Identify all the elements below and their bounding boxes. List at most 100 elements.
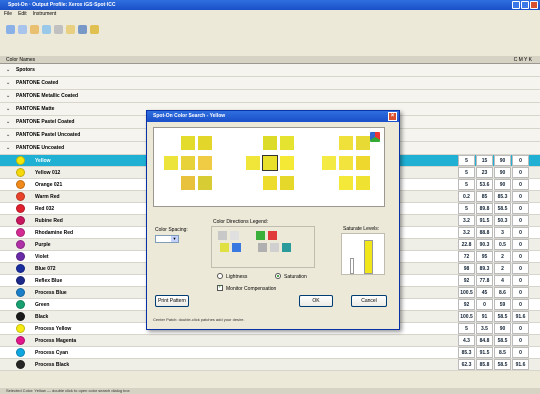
preview-patch[interactable]	[356, 156, 370, 170]
cmyk-value[interactable]: 0	[476, 299, 493, 310]
cmyk-value[interactable]: 85	[476, 191, 493, 202]
cmyk-value[interactable]: 0	[512, 203, 529, 214]
cmyk-value[interactable]: 58.5	[494, 311, 511, 322]
cmyk-value[interactable]: 22.8	[458, 239, 475, 250]
color-spacing-select[interactable]: ▼	[155, 235, 179, 243]
cmyk-value[interactable]: 98	[458, 263, 475, 274]
cmyk-value[interactable]: 0.2	[458, 191, 475, 202]
preview-patch[interactable]	[280, 156, 294, 170]
print-icon[interactable]	[54, 24, 63, 34]
preview-patch[interactable]	[263, 176, 277, 190]
cmyk-value[interactable]: 88.8	[476, 227, 493, 238]
cmyk-value[interactable]: 62.3	[458, 359, 475, 370]
cmyk-value[interactable]: 5	[458, 155, 475, 166]
refresh-icon[interactable]	[42, 24, 51, 34]
cmyk-value[interactable]: 0	[512, 323, 529, 334]
cmyk-value[interactable]: 0	[512, 215, 529, 226]
cmyk-value[interactable]: 72	[458, 251, 475, 262]
saturation-radio[interactable]	[275, 273, 281, 279]
cmyk-value[interactable]: 89.3	[476, 263, 493, 274]
cmyk-value[interactable]: 0	[512, 239, 529, 250]
cmyk-value[interactable]: 0	[512, 191, 529, 202]
cmyk-value[interactable]: 5	[458, 179, 475, 190]
group-row[interactable]: ⌄ Spotors	[0, 64, 540, 77]
cmyk-value[interactable]: 58.5	[494, 203, 511, 214]
cmyk-value[interactable]: 0	[512, 179, 529, 190]
maximize-button[interactable]	[521, 1, 529, 9]
preview-patch[interactable]	[181, 156, 195, 170]
cmyk-value[interactable]: 0.5	[494, 239, 511, 250]
cmyk-value[interactable]: 53.6	[476, 179, 493, 190]
preview-patch[interactable]	[280, 136, 294, 150]
preview-patch[interactable]	[198, 156, 212, 170]
cmyk-value[interactable]: 4.3	[458, 335, 475, 346]
cmyk-value[interactable]: 3.2	[458, 215, 475, 226]
cmyk-value[interactable]: 90.3	[476, 239, 493, 250]
ok-button[interactable]: OK	[299, 295, 333, 307]
cmyk-value[interactable]: 90	[494, 323, 511, 334]
cmyk-value[interactable]: 100.5	[458, 287, 475, 298]
cmyk-value[interactable]: 85.3	[458, 347, 475, 358]
cmyk-value[interactable]: 100.5	[458, 311, 475, 322]
cmyk-value[interactable]: 92	[458, 275, 475, 286]
cmyk-value[interactable]: 58.5	[494, 335, 511, 346]
cmyk-value[interactable]: 91.5	[476, 347, 493, 358]
cmyk-value[interactable]: 91.5	[476, 215, 493, 226]
cmyk-value[interactable]: 3.2	[458, 227, 475, 238]
menu-instrument[interactable]: Instrument	[33, 10, 57, 19]
menu-file[interactable]: File	[4, 10, 12, 19]
cmyk-value[interactable]: 89.8	[476, 203, 493, 214]
preview-patch[interactable]	[322, 156, 336, 170]
cmyk-value[interactable]: 58.5	[494, 359, 511, 370]
forward-icon[interactable]	[18, 24, 27, 34]
preview-patch[interactable]	[280, 176, 294, 190]
cmyk-value[interactable]: 91.6	[512, 311, 529, 322]
cmyk-value[interactable]: 2	[494, 251, 511, 262]
cmyk-value[interactable]: 84.8	[476, 335, 493, 346]
preview-patch[interactable]	[339, 156, 353, 170]
cmyk-value[interactable]: 23	[476, 167, 493, 178]
cmyk-value[interactable]: 0	[512, 227, 529, 238]
gear-icon[interactable]	[78, 24, 87, 34]
cmyk-value[interactable]: 95	[476, 251, 493, 262]
cmyk-value[interactable]: 91.6	[512, 359, 529, 370]
print-pattern-button[interactable]: Print Pattern	[155, 295, 189, 307]
cmyk-value[interactable]: 50.3	[494, 215, 511, 226]
lightness-radio[interactable]	[217, 273, 223, 279]
minimize-button[interactable]	[512, 1, 520, 9]
cmyk-value[interactable]: 77.8	[476, 275, 493, 286]
preview-patch[interactable]	[198, 136, 212, 150]
close-button[interactable]	[530, 1, 538, 9]
folder-icon[interactable]	[66, 24, 75, 34]
cmyk-value[interactable]: 59	[494, 299, 511, 310]
cmyk-value[interactable]: 0	[512, 275, 529, 286]
preview-patch[interactable]	[181, 176, 195, 190]
cmyk-value[interactable]: 3.5	[476, 323, 493, 334]
cmyk-value[interactable]: 90	[494, 155, 511, 166]
preview-patch[interactable]	[164, 156, 178, 170]
menu-edit[interactable]: Edit	[18, 10, 27, 19]
preview-patch[interactable]	[339, 136, 353, 150]
cmyk-value[interactable]: 0	[512, 155, 529, 166]
cmyk-value[interactable]: 45	[476, 287, 493, 298]
search-icon[interactable]	[30, 24, 39, 34]
cmyk-value[interactable]: 85.8	[476, 359, 493, 370]
help-icon[interactable]	[90, 24, 99, 34]
cmyk-value[interactable]: 8.5	[494, 347, 511, 358]
cmyk-value[interactable]: 90	[494, 179, 511, 190]
cmyk-value[interactable]: 91	[476, 311, 493, 322]
cmyk-value[interactable]: 5	[458, 167, 475, 178]
cmyk-value[interactable]: 0	[512, 287, 529, 298]
color-row[interactable]: Process Black 62.3 85.8 58.5 91.6	[0, 359, 540, 371]
cmyk-value[interactable]: 0	[512, 263, 529, 274]
cmyk-value[interactable]: 4	[494, 275, 511, 286]
cmyk-value[interactable]: 15	[476, 155, 493, 166]
cmyk-value[interactable]: 5	[458, 203, 475, 214]
cmyk-value[interactable]: 5	[458, 323, 475, 334]
preview-patch[interactable]	[339, 176, 353, 190]
cmyk-value[interactable]: 0	[512, 251, 529, 262]
cmyk-value[interactable]: 0	[512, 167, 529, 178]
group-row[interactable]: ⌄ PANTONE Coated	[0, 77, 540, 90]
group-row[interactable]: ⌄ PANTONE Metallic Coated	[0, 90, 540, 103]
color-row[interactable]: Process Cyan 85.3 91.5 8.5 0	[0, 347, 540, 359]
